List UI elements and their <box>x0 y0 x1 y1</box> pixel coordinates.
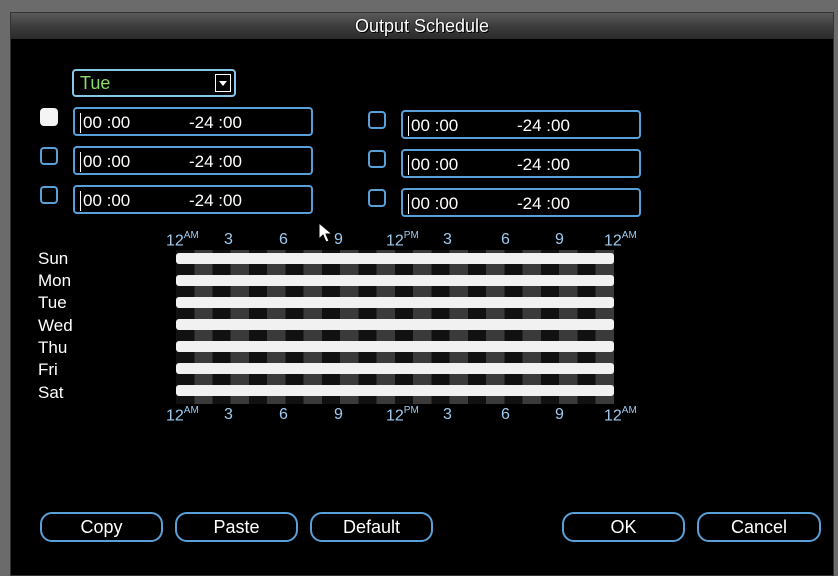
tick-number: 3 <box>224 406 233 423</box>
period-6-time[interactable]: 00 :00 -24 :00 <box>401 188 641 217</box>
bottom-tick-label: 6 <box>501 406 510 424</box>
period-5-start[interactable]: 00 :00 <box>408 155 458 175</box>
output-schedule-window: Output Schedule Tue 00 :00 -24 :00 00 :0… <box>10 12 834 576</box>
default-button[interactable]: Default <box>310 512 433 542</box>
bottom-tick-label: 9 <box>334 406 343 424</box>
tick-suffix: PM <box>403 405 419 416</box>
tick-suffix: AM <box>183 230 199 241</box>
day-label-mon: Mon <box>38 271 72 290</box>
day-label-tue: Tue <box>38 293 67 312</box>
tick-number: 12 <box>386 232 404 250</box>
chevron-down-icon[interactable] <box>215 74 231 92</box>
period-1-checkbox[interactable] <box>40 108 58 126</box>
period-1-time[interactable]: 00 :00 -24 :00 <box>73 107 313 136</box>
copy-button[interactable]: Copy <box>40 512 163 542</box>
day-label-sat: Sat <box>38 383 64 402</box>
bottom-tick-label: 6 <box>279 406 288 424</box>
top-tick-label: 3 <box>224 231 233 249</box>
period-2-time[interactable]: 00 :00 -24 :00 <box>73 146 313 175</box>
day-label-thu: Thu <box>38 338 68 357</box>
period-6-start[interactable]: 00 :00 <box>408 194 458 214</box>
period-1-start[interactable]: 00 :00 <box>80 113 130 133</box>
day-label-sun: Sun <box>38 249 69 268</box>
day-select-value: Tue <box>80 73 111 93</box>
schedule-grid[interactable] <box>176 250 614 404</box>
tick-number: 12 <box>604 232 622 250</box>
tick-number: 3 <box>443 231 452 248</box>
tick-number: 9 <box>555 406 564 423</box>
bottom-tick-label: 12AM <box>604 405 637 425</box>
period-3-start[interactable]: 00 :00 <box>80 191 130 211</box>
tick-number: 12 <box>386 407 404 425</box>
schedule-bar-sun[interactable] <box>176 253 614 264</box>
tick-suffix: PM <box>403 230 419 241</box>
ok-button[interactable]: OK <box>562 512 685 542</box>
tick-number: 3 <box>224 231 233 248</box>
paste-button[interactable]: Paste <box>175 512 298 542</box>
bottom-tick-label: 9 <box>555 406 564 424</box>
period-5-time[interactable]: 00 :00 -24 :00 <box>401 149 641 178</box>
bottom-tick-label: 3 <box>224 406 233 424</box>
schedule-bar-wed[interactable] <box>176 319 614 330</box>
period-4-checkbox[interactable] <box>368 111 386 129</box>
tick-number: 9 <box>555 231 564 248</box>
top-tick-label: 3 <box>443 231 452 249</box>
period-3-checkbox[interactable] <box>40 186 58 204</box>
period-2-start[interactable]: 00 :00 <box>80 152 130 172</box>
period-4-end[interactable]: -24 :00 <box>517 116 570 136</box>
period-5-checkbox[interactable] <box>368 150 386 168</box>
period-4-time[interactable]: 00 :00 -24 :00 <box>401 110 641 139</box>
tick-number: 3 <box>443 406 452 423</box>
tick-suffix: AM <box>621 405 637 416</box>
bottom-tick-label: 12PM <box>386 405 419 425</box>
period-3-end[interactable]: -24 :00 <box>189 191 242 211</box>
period-2-end[interactable]: -24 :00 <box>189 152 242 172</box>
top-tick-label: 6 <box>279 231 288 249</box>
bottom-tick-label: 3 <box>443 406 452 424</box>
day-select[interactable]: Tue <box>72 69 236 97</box>
day-label-fri: Fri <box>38 360 58 379</box>
tick-number: 6 <box>279 231 288 248</box>
top-tick-label: 12AM <box>604 230 637 250</box>
tick-number: 9 <box>334 406 343 423</box>
day-label-wed: Wed <box>38 316 73 335</box>
period-2-checkbox[interactable] <box>40 147 58 165</box>
period-4-start[interactable]: 00 :00 <box>408 116 458 136</box>
top-tick-label: 6 <box>501 231 510 249</box>
schedule-bar-tue[interactable] <box>176 297 614 308</box>
tick-number: 12 <box>604 407 622 425</box>
top-tick-label: 12PM <box>386 230 419 250</box>
mouse-cursor-icon <box>318 222 334 243</box>
period-3-time[interactable]: 00 :00 -24 :00 <box>73 185 313 214</box>
tick-suffix: AM <box>621 230 637 241</box>
tick-number: 12 <box>166 232 184 250</box>
schedule-bar-sat[interactable] <box>176 385 614 396</box>
tick-number: 6 <box>501 231 510 248</box>
period-5-end[interactable]: -24 :00 <box>517 155 570 175</box>
period-6-checkbox[interactable] <box>368 189 386 207</box>
tick-number: 12 <box>166 407 184 425</box>
tick-number: 6 <box>501 406 510 423</box>
window-title: Output Schedule <box>354 16 490 36</box>
top-tick-label: 9 <box>555 231 564 249</box>
tick-suffix: AM <box>183 405 199 416</box>
tick-number: 6 <box>279 406 288 423</box>
period-6-end[interactable]: -24 :00 <box>517 194 570 214</box>
top-tick-label: 12AM <box>166 230 199 250</box>
bottom-tick-label: 12AM <box>166 405 199 425</box>
schedule-bar-thu[interactable] <box>176 341 614 352</box>
title-bar: Output Schedule <box>11 13 833 39</box>
period-1-end[interactable]: -24 :00 <box>189 113 242 133</box>
schedule-bar-fri[interactable] <box>176 363 614 374</box>
cancel-button[interactable]: Cancel <box>697 512 821 542</box>
schedule-bar-mon[interactable] <box>176 275 614 286</box>
